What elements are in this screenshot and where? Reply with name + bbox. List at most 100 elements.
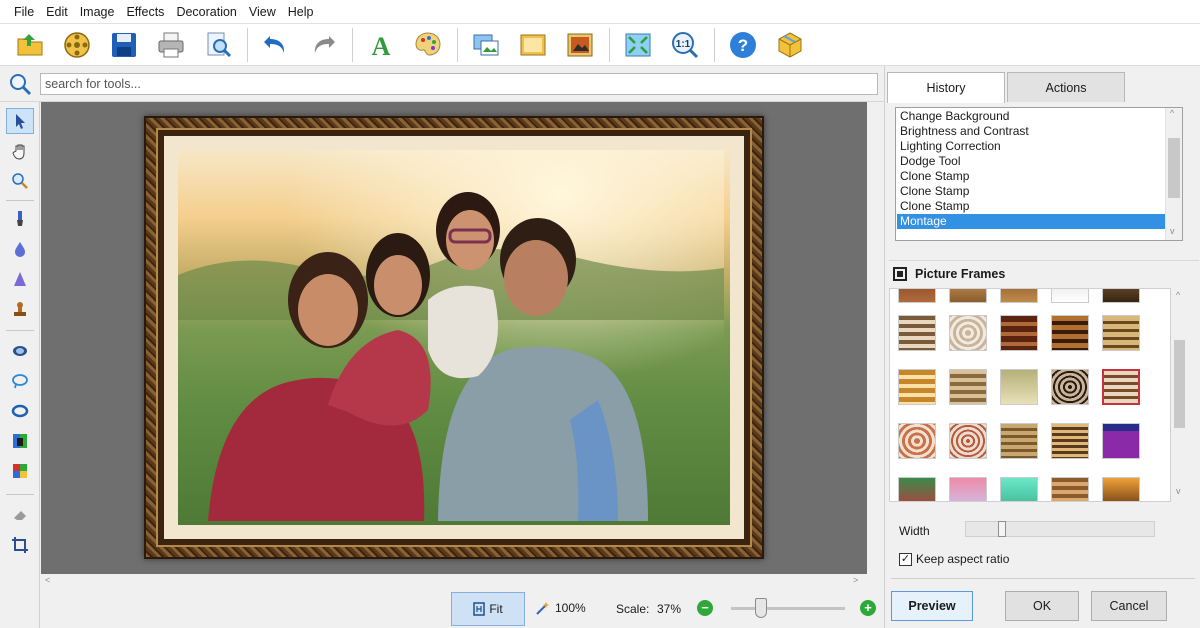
frame-swatch[interactable]: [949, 423, 987, 459]
color-balance-icon[interactable]: [6, 428, 34, 454]
history-scroll-thumb[interactable]: [1168, 138, 1180, 198]
scroll-up-icon[interactable]: ^: [1170, 108, 1174, 118]
frame-swatch[interactable]: [898, 477, 936, 501]
frame-swatch[interactable]: [1000, 369, 1038, 405]
scroll-up-icon[interactable]: ^: [1176, 290, 1180, 300]
history-item[interactable]: Clone Stamp: [897, 169, 1165, 184]
history-item[interactable]: Montage: [897, 214, 1165, 229]
scroll-down-icon[interactable]: v: [1170, 226, 1175, 236]
palette-icon[interactable]: [410, 27, 446, 63]
history-item[interactable]: Lighting Correction: [897, 139, 1165, 154]
menu-file[interactable]: File: [8, 0, 40, 24]
print-icon[interactable]: [153, 27, 189, 63]
scale-slider-thumb[interactable]: [754, 598, 767, 618]
search-input[interactable]: [40, 73, 878, 95]
package-icon[interactable]: [772, 27, 808, 63]
frame-swatch[interactable]: [1000, 315, 1038, 351]
eraser-icon[interactable]: [6, 502, 34, 528]
tab-history[interactable]: History: [887, 72, 1005, 103]
brush-icon[interactable]: [6, 206, 34, 232]
canvas-horizontal-scrollbar[interactable]: < >: [41, 574, 867, 588]
hand-icon[interactable]: [6, 138, 34, 164]
frame-swatch[interactable]: [949, 289, 987, 303]
history-item[interactable]: Clone Stamp: [897, 199, 1165, 214]
menu-effects[interactable]: Effects: [120, 0, 170, 24]
eye-icon[interactable]: [6, 338, 34, 364]
frame-swatch[interactable]: [1051, 477, 1089, 501]
frame-swatch[interactable]: [949, 369, 987, 405]
gallery-scroll-thumb[interactable]: [1174, 340, 1185, 428]
frame-swatch[interactable]: [1000, 423, 1038, 459]
zoom-page-icon[interactable]: [200, 27, 236, 63]
frame-swatch[interactable]: [898, 369, 936, 405]
menu-help[interactable]: Help: [282, 0, 320, 24]
width-slider-thumb[interactable]: [998, 521, 1006, 537]
preview-button[interactable]: Preview: [891, 591, 973, 621]
text-icon[interactable]: A: [363, 27, 399, 63]
selection-icon[interactable]: [6, 398, 34, 424]
scroll-down-icon[interactable]: v: [1176, 486, 1181, 496]
frame-swatch[interactable]: [1102, 477, 1140, 501]
zoom-in-icon[interactable]: +: [860, 600, 876, 616]
scroll-right-icon[interactable]: >: [853, 575, 858, 585]
drop-icon[interactable]: [6, 236, 34, 262]
history-item[interactable]: Change Background: [897, 109, 1165, 124]
pointer-icon[interactable]: [6, 108, 34, 134]
menu-edit[interactable]: Edit: [40, 0, 74, 24]
actual-size-button[interactable]: 100%: [535, 600, 586, 616]
frame-swatch[interactable]: [1000, 477, 1038, 501]
scale-slider-track[interactable]: [731, 607, 845, 610]
keep-aspect-ratio[interactable]: ✓ Keep aspect ratio: [899, 552, 1009, 566]
menu-view[interactable]: View: [243, 0, 282, 24]
frame-swatch[interactable]: [1051, 289, 1089, 303]
help-icon[interactable]: ?: [725, 27, 761, 63]
magnifier-icon[interactable]: [6, 168, 34, 194]
lasso-icon[interactable]: [6, 368, 34, 394]
fit-button[interactable]: Fit: [451, 592, 525, 626]
frame-swatch[interactable]: [1102, 423, 1140, 459]
crop-image-icon[interactable]: [515, 27, 551, 63]
scroll-left-icon[interactable]: <: [45, 575, 50, 585]
open-icon[interactable]: [12, 27, 48, 63]
frame-swatch[interactable]: [898, 289, 936, 303]
menu-image[interactable]: Image: [74, 0, 121, 24]
recolor-icon[interactable]: [6, 458, 34, 484]
history-item[interactable]: Dodge Tool: [897, 154, 1165, 169]
history-item[interactable]: Brightness and Contrast: [897, 124, 1165, 139]
history-scrollbar[interactable]: ^ v: [1165, 108, 1182, 240]
tab-actions[interactable]: Actions: [1007, 72, 1125, 102]
frame-swatch[interactable]: [1102, 369, 1140, 405]
menu-decoration[interactable]: Decoration: [170, 0, 242, 24]
frame-gallery-scrollbar[interactable]: ^ v: [1171, 288, 1188, 502]
frame-swatch[interactable]: [1102, 289, 1140, 303]
svg-text:A: A: [372, 32, 391, 60]
frame-swatch[interactable]: [1000, 289, 1038, 303]
frame-swatch[interactable]: [1051, 315, 1089, 351]
stamp-icon[interactable]: [6, 296, 34, 322]
zoom-out-icon[interactable]: −: [697, 600, 713, 616]
frame-swatch[interactable]: [1051, 369, 1089, 405]
history-item[interactable]: Clone Stamp: [897, 184, 1165, 199]
frame-swatch[interactable]: [898, 423, 936, 459]
ok-button[interactable]: OK: [1005, 591, 1079, 621]
frame-swatch[interactable]: [1051, 423, 1089, 459]
frame-swatch[interactable]: [949, 477, 987, 501]
frame-swatch[interactable]: [1102, 315, 1140, 351]
frame-swatch[interactable]: [898, 315, 936, 351]
actual-size-icon[interactable]: 1:1: [667, 27, 703, 63]
cone-icon[interactable]: [6, 266, 34, 292]
keep-aspect-checkbox[interactable]: ✓: [899, 552, 912, 566]
undo-icon[interactable]: [258, 27, 294, 63]
fit-screen-icon[interactable]: [620, 27, 656, 63]
film-reel-icon[interactable]: [59, 27, 95, 63]
cancel-button[interactable]: Cancel: [1091, 591, 1167, 621]
adjust-image-icon[interactable]: [562, 27, 598, 63]
canvas-vertical-scrollbar[interactable]: [867, 102, 884, 574]
resize-image-icon[interactable]: [468, 27, 504, 63]
image-canvas[interactable]: [41, 102, 867, 574]
frame-swatch[interactable]: [949, 315, 987, 351]
save-icon[interactable]: [106, 27, 142, 63]
redo-icon[interactable]: [305, 27, 341, 63]
crop-icon[interactable]: [6, 532, 34, 558]
width-slider-track[interactable]: [965, 521, 1155, 537]
